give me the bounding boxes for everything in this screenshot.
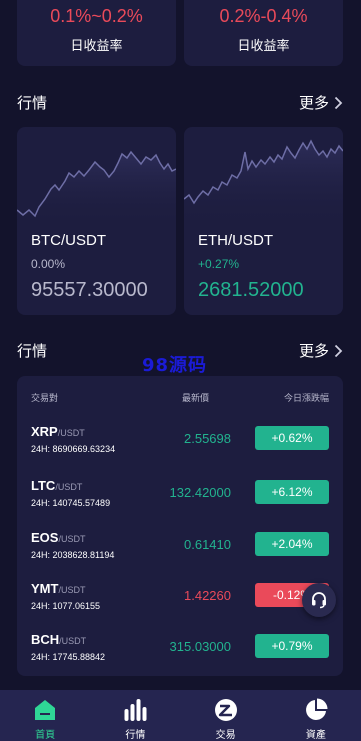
change-badge: +6.12% <box>255 480 329 504</box>
bottom-nav: 首頁 行情 交易 資產 <box>0 690 361 741</box>
row-symbol-cell: EOS/USDT <box>31 530 85 545</box>
table-section-title: 行情 <box>17 342 48 360</box>
row-volume: 24H: 8690669.63234 <box>31 444 116 454</box>
nav-home[interactable]: 首頁 <box>0 690 90 741</box>
ticker-table: 交易對 最新價 今日漲跌幅 XRP/USDT 24H: 8690669.6323… <box>17 376 343 676</box>
market-price: 95557.30000 <box>31 279 148 301</box>
table-row[interactable]: YMT/USDT 24H: 1077.06155 1.42260 -0.12% <box>17 581 343 631</box>
row-price: 1.42260 <box>184 588 231 603</box>
market-price: 2681.52000 <box>198 279 304 301</box>
row-symbol-cell: LTC/USDT <box>31 478 82 493</box>
row-quote: /USDT <box>55 482 83 492</box>
nav-label: 交易 <box>215 730 236 741</box>
more-link-label: 更多 <box>298 342 329 360</box>
bar-chart-icon <box>124 699 147 721</box>
row-price: 2.55698 <box>184 431 231 446</box>
change-badge: +2.04% <box>255 532 329 556</box>
nav-label: 資產 <box>305 730 326 741</box>
header-pair: 交易對 <box>31 394 59 404</box>
market-section-title: 行情 <box>17 94 48 112</box>
row-volume: 24H: 2038628.81194 <box>31 550 115 560</box>
market-change: +0.27% <box>198 257 240 271</box>
row-symbol-cell: YMT/USDT <box>31 581 85 596</box>
row-quote: /USDT <box>59 636 87 646</box>
market-pair: BTC/USDT <box>31 232 106 249</box>
watermark-text: 98源码 <box>142 355 208 376</box>
row-quote: /USDT <box>58 534 86 544</box>
headset-icon <box>312 592 326 609</box>
row-price: 315.03000 <box>169 639 231 654</box>
yield-rate-value: 0.1%~0.2% <box>50 6 143 26</box>
table-more-link[interactable]: 更多 <box>299 340 343 361</box>
nav-trade[interactable]: 交易 <box>181 690 271 741</box>
row-symbol: BCH <box>31 632 60 647</box>
change-badge: +0.79% <box>255 634 329 658</box>
row-volume: 24H: 140745.57489 <box>31 498 111 508</box>
yield-cards: 0.1%~0.2% 日收益率 0.2%-0.4% 日收益率 <box>17 0 343 66</box>
row-symbol: LTC <box>31 478 56 493</box>
row-symbol: XRP <box>31 424 58 439</box>
row-quote: /USDT <box>57 428 85 438</box>
row-price: 0.61410 <box>184 537 231 552</box>
header-price: 最新價 <box>182 394 210 404</box>
sparkline-chart <box>184 139 343 227</box>
header-change: 今日漲跌幅 <box>283 394 329 404</box>
row-symbol-cell: BCH/USDT <box>31 632 86 647</box>
chevron-right-icon <box>334 96 343 109</box>
chevron-right-icon <box>334 344 343 357</box>
yield-rate-label: 日收益率 <box>237 39 290 54</box>
nav-assets[interactable]: 資產 <box>271 690 361 741</box>
nav-label: 首頁 <box>35 730 56 741</box>
table-header: 交易對 最新價 今日漲跌幅 <box>17 391 343 405</box>
row-volume: 24H: 17745.88842 <box>31 652 106 662</box>
row-price: 132.42000 <box>169 485 231 500</box>
customer-support-button[interactable] <box>302 583 336 617</box>
home-icon <box>35 700 56 720</box>
row-symbol-cell: XRP/USDT <box>31 424 85 439</box>
table-row[interactable]: XRP/USDT 24H: 8690669.63234 2.55698 +0.6… <box>17 424 343 474</box>
table-row[interactable]: BCH/USDT 24H: 17745.88842 315.03000 +0.7… <box>17 632 343 682</box>
market-section-header: 行情 更多 <box>17 92 343 114</box>
market-pair: ETH/USDT <box>198 232 273 249</box>
yield-rate-label: 日收益率 <box>70 39 123 54</box>
row-symbol: YMT <box>31 581 59 596</box>
row-volume: 24H: 1077.06155 <box>31 601 101 611</box>
sparkline-chart <box>17 150 176 227</box>
nav-label: 行情 <box>125 730 146 741</box>
market-more-link[interactable]: 更多 <box>299 92 343 113</box>
market-card-eth[interactable]: ETH/USDT +0.27% 2681.52000 <box>184 127 343 315</box>
yield-card[interactable]: 0.1%~0.2% 日收益率 <box>17 0 176 66</box>
table-row[interactable]: EOS/USDT 24H: 2038628.81194 0.61410 +2.0… <box>17 530 343 580</box>
pie-chart-icon <box>305 698 328 720</box>
market-card-btc[interactable]: BTC/USDT 0.00% 95557.30000 <box>17 127 176 315</box>
trade-icon <box>214 699 237 721</box>
yield-card[interactable]: 0.2%-0.4% 日收益率 <box>184 0 343 66</box>
row-symbol: EOS <box>31 530 59 545</box>
home-page: 0.1%~0.2% 日收益率 0.2%-0.4% 日收益率 行情 更多 BTC/… <box>0 0 361 741</box>
table-row[interactable]: LTC/USDT 24H: 140745.57489 132.42000 +6.… <box>17 478 343 528</box>
market-change: 0.00% <box>31 257 66 271</box>
change-badge: +0.62% <box>255 426 329 450</box>
yield-rate-value: 0.2%-0.4% <box>219 6 308 26</box>
more-link-label: 更多 <box>298 94 329 112</box>
nav-market[interactable]: 行情 <box>90 690 180 741</box>
row-quote: /USDT <box>58 585 86 595</box>
market-cards: BTC/USDT 0.00% 95557.30000 ETH/USDT +0.2… <box>17 127 343 315</box>
